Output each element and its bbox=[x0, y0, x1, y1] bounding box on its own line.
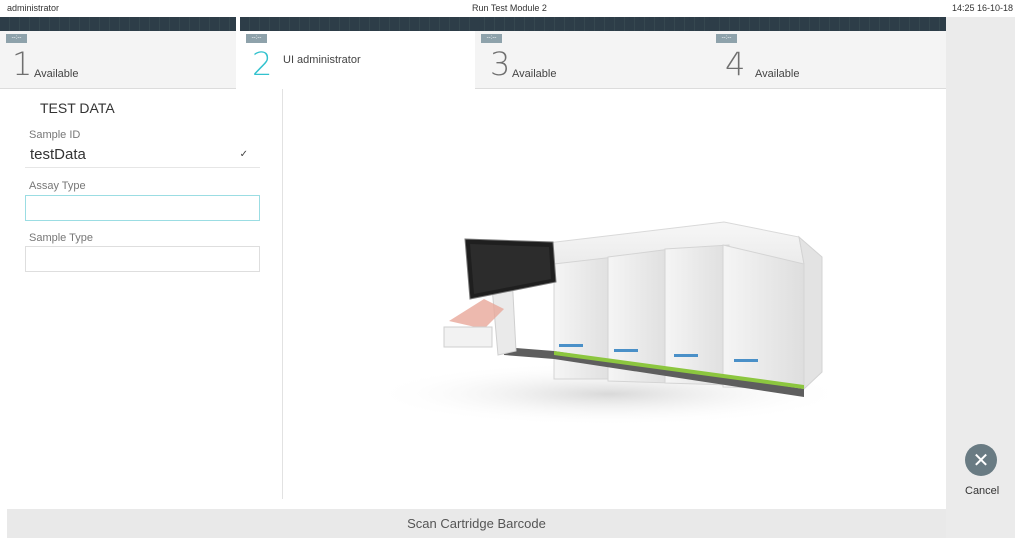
chevron-down-icon[interactable]: ✓ bbox=[240, 149, 248, 160]
module-status-strip bbox=[710, 17, 946, 31]
instrument-illustration bbox=[369, 221, 849, 426]
module-timer-chip: --:-- bbox=[481, 34, 502, 43]
sample-type-input[interactable] bbox=[25, 246, 260, 272]
module-status-strip bbox=[240, 17, 476, 31]
logo-mark-4 bbox=[734, 359, 758, 362]
module-tab-3[interactable]: --:-- 3 Available bbox=[475, 17, 711, 89]
instruction-message: Scan Cartridge Barcode bbox=[407, 516, 546, 531]
screen-title: Run Test Module 2 bbox=[472, 3, 547, 13]
module-tab-1[interactable]: --:-- 1 Available bbox=[0, 17, 236, 89]
module-front-4 bbox=[722, 244, 805, 390]
module-timer-chip: --:-- bbox=[246, 34, 267, 43]
module-tabs: --:-- 1 Available --:-- 2 UI administrat… bbox=[0, 17, 946, 89]
logo-mark-1 bbox=[559, 344, 583, 347]
module-number: 2 bbox=[252, 45, 273, 83]
module-number: 4 bbox=[725, 45, 746, 83]
sample-id-field[interactable]: testData ✓ bbox=[25, 142, 260, 168]
module-number: 3 bbox=[490, 45, 511, 83]
cancel-button[interactable]: ✕ bbox=[965, 444, 997, 476]
instruction-bar: Scan Cartridge Barcode bbox=[7, 509, 946, 538]
module-timer-chip: --:-- bbox=[716, 34, 737, 43]
module-tab-4[interactable]: --:-- 4 Available bbox=[710, 17, 946, 89]
assay-type-input[interactable] bbox=[25, 195, 260, 221]
cancel-label[interactable]: Cancel bbox=[965, 485, 999, 497]
module-status-label: Available bbox=[512, 68, 557, 80]
logo-mark-2 bbox=[614, 349, 638, 352]
sample-id-value: testData bbox=[30, 146, 86, 163]
test-data-title: TEST DATA bbox=[40, 100, 115, 116]
module-status-strip bbox=[475, 17, 711, 31]
logged-in-user: administrator bbox=[7, 3, 60, 13]
run-test-screen: administrator Run Test Module 2 14:25 16… bbox=[0, 0, 1015, 538]
sample-type-label: Sample Type bbox=[29, 232, 94, 244]
close-icon[interactable]: ✕ bbox=[965, 444, 997, 476]
test-data-panel: TEST DATA Sample ID testData ✓ Assay Typ… bbox=[0, 89, 283, 499]
instrument-illustration-area bbox=[284, 89, 946, 499]
module-front-3 bbox=[664, 244, 730, 386]
logo-mark-3 bbox=[674, 354, 698, 357]
cartridge-tray bbox=[443, 326, 493, 348]
module-timer-chip: --:-- bbox=[6, 34, 27, 43]
datetime: 14:25 16-10-18 bbox=[951, 3, 1013, 13]
touch-screen-glass bbox=[470, 244, 551, 294]
module-tab-2[interactable]: --:-- 2 UI administrator bbox=[240, 17, 476, 89]
sample-id-label: Sample ID bbox=[29, 129, 81, 141]
assay-type-label: Assay Type bbox=[29, 180, 86, 192]
module-status-label: Available bbox=[755, 68, 800, 80]
module-number: 1 bbox=[12, 45, 33, 83]
module-status-label: UI administrator bbox=[283, 54, 361, 66]
module-status-label: Available bbox=[34, 68, 79, 80]
module-status-strip bbox=[0, 17, 236, 31]
status-bar: administrator Run Test Module 2 14:25 16… bbox=[0, 0, 1015, 17]
